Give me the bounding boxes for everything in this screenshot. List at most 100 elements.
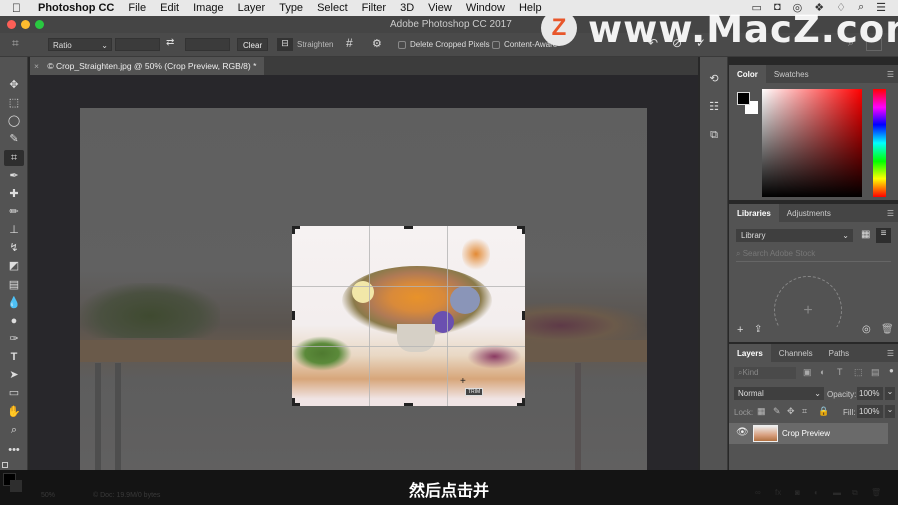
menu-app-name[interactable]: Photoshop CC bbox=[30, 2, 121, 14]
type-filter-icon[interactable]: T bbox=[837, 367, 843, 377]
adjustment-filter-icon[interactable]: ◐ bbox=[820, 367, 825, 377]
brush-tool-icon[interactable]: ✏ bbox=[4, 204, 24, 220]
straighten-label[interactable]: Straighten bbox=[297, 40, 333, 53]
tab-color[interactable]: Color bbox=[729, 65, 766, 83]
menu-image[interactable]: Image bbox=[186, 2, 231, 14]
opacity-dropdown[interactable]: ⌄ bbox=[885, 387, 895, 400]
stock-search-input[interactable]: ⌕ Search Adobe Stock bbox=[736, 249, 891, 262]
add-library-placeholder[interactable]: + bbox=[774, 276, 842, 327]
gradient-tool-icon[interactable]: ▤ bbox=[4, 277, 24, 293]
creative-cloud-sync-icon[interactable]: ◎ bbox=[862, 324, 871, 335]
zoom-tool-icon[interactable]: ⌕ bbox=[4, 422, 24, 438]
menu-type[interactable]: Type bbox=[272, 2, 310, 14]
properties-panel-icon[interactable]: ☷ bbox=[704, 100, 724, 118]
lock-transparency-icon[interactable]: ▦ bbox=[757, 406, 766, 417]
grid-view-icon[interactable]: ▦ bbox=[861, 229, 870, 240]
menu-view[interactable]: View bbox=[421, 2, 459, 14]
eyedropper-tool-icon[interactable]: ✒ bbox=[4, 168, 24, 184]
history-panel-icon[interactable]: ⟲ bbox=[704, 72, 724, 90]
eraser-tool-icon[interactable]: ◩ bbox=[4, 258, 24, 274]
straighten-icon[interactable]: ⊟ bbox=[277, 38, 293, 51]
panel-menu-icon[interactable]: ☰ bbox=[887, 349, 894, 358]
filter-toggle[interactable]: ● bbox=[889, 366, 894, 375]
smart-object-filter-icon[interactable]: ▤ bbox=[871, 367, 880, 378]
eye-icon[interactable]: 👁 bbox=[736, 427, 749, 438]
ratio-select[interactable]: Ratio ⌄ bbox=[48, 38, 112, 51]
lock-artboard-icon[interactable]: ⌗ bbox=[802, 406, 807, 417]
document-image[interactable]: + TRIM bbox=[80, 108, 647, 470]
menu-layer[interactable]: Layer bbox=[231, 2, 273, 14]
menu-select[interactable]: Select bbox=[310, 2, 355, 14]
blend-mode-select[interactable]: Normal ⌄ bbox=[734, 387, 824, 400]
width-input[interactable] bbox=[115, 38, 160, 51]
crop-handle-top-right[interactable] bbox=[517, 226, 525, 234]
crop-handle-bottom-left[interactable] bbox=[292, 398, 300, 406]
foreground-color-swatch[interactable] bbox=[737, 92, 750, 105]
layer-row[interactable]: 👁 Crop Preview bbox=[729, 423, 888, 444]
crop-preset-icon[interactable]: ⌗ bbox=[12, 36, 19, 50]
blur-tool-icon[interactable]: 💧 bbox=[4, 295, 24, 311]
type-tool-icon[interactable]: T bbox=[4, 349, 24, 365]
lock-position-icon[interactable]: ✥ bbox=[787, 406, 795, 417]
gear-icon[interactable]: ⚙ bbox=[372, 37, 382, 50]
marquee-tool-icon[interactable]: ⬚ bbox=[4, 95, 24, 111]
tab-libraries[interactable]: Libraries bbox=[729, 204, 779, 222]
fill-dropdown[interactable]: ⌄ bbox=[885, 405, 895, 418]
library-select[interactable]: Library ⌄ bbox=[736, 229, 853, 242]
menu-edit[interactable]: Edit bbox=[153, 2, 186, 14]
crop-tool-icon[interactable]: ⌗ bbox=[4, 150, 24, 166]
move-tool-icon[interactable]: ✥ bbox=[4, 77, 24, 93]
healing-tool-icon[interactable]: ✚ bbox=[4, 186, 24, 202]
hand-tool-icon[interactable]: ✋ bbox=[4, 404, 24, 420]
tab-swatches[interactable]: Swatches bbox=[766, 65, 817, 83]
crop-handle-bottom-right[interactable] bbox=[517, 398, 525, 406]
hue-slider[interactable] bbox=[873, 89, 886, 197]
quick-select-tool-icon[interactable]: ✎ bbox=[4, 131, 24, 147]
lock-all-icon[interactable]: 🔒 bbox=[818, 406, 829, 417]
list-view-icon[interactable]: ≡ bbox=[876, 228, 891, 243]
height-input[interactable] bbox=[185, 38, 230, 51]
more-tools-icon[interactable]: ••• bbox=[4, 442, 24, 458]
fill-input[interactable]: 100% bbox=[857, 405, 883, 418]
rectangle-tool-icon[interactable]: ▭ bbox=[4, 385, 24, 401]
default-colors-icon[interactable] bbox=[2, 462, 8, 468]
tab-adjustments[interactable]: Adjustments bbox=[779, 204, 839, 222]
minimize-window-button[interactable] bbox=[21, 20, 30, 29]
close-window-button[interactable] bbox=[7, 20, 16, 29]
color-field[interactable] bbox=[762, 89, 862, 197]
canvas-area[interactable]: + TRIM bbox=[30, 75, 698, 470]
apple-icon[interactable]:  bbox=[12, 1, 30, 15]
crop-handle-bottom[interactable] bbox=[404, 403, 413, 406]
document-tab[interactable]: × © Crop_Straighten.jpg @ 50% (Crop Prev… bbox=[30, 57, 264, 75]
grid-overlay-icon[interactable]: # bbox=[346, 36, 353, 50]
opacity-input[interactable]: 100% bbox=[857, 387, 883, 400]
path-select-tool-icon[interactable]: ➤ bbox=[4, 367, 24, 383]
panel-menu-icon[interactable]: ☰ bbox=[887, 209, 894, 218]
pen-tool-icon[interactable]: ✑ bbox=[4, 331, 24, 347]
menu-help[interactable]: Help bbox=[512, 2, 549, 14]
tab-paths[interactable]: Paths bbox=[821, 344, 857, 362]
lasso-tool-icon[interactable]: ◯ bbox=[4, 113, 24, 129]
menu-window[interactable]: Window bbox=[459, 2, 512, 14]
menu-file[interactable]: File bbox=[121, 2, 153, 14]
character-panel-icon[interactable]: ⧉ bbox=[704, 129, 724, 147]
panel-menu-icon[interactable]: ☰ bbox=[887, 70, 894, 79]
layer-filter-select[interactable]: ⌕Kind bbox=[734, 367, 796, 379]
menu-3d[interactable]: 3D bbox=[393, 2, 421, 14]
crop-handle-left[interactable] bbox=[292, 311, 295, 320]
pixel-filter-icon[interactable]: ▣ bbox=[803, 367, 812, 378]
crop-handle-top-left[interactable] bbox=[292, 226, 300, 234]
crop-handle-top[interactable] bbox=[404, 226, 413, 229]
tab-channels[interactable]: Channels bbox=[771, 344, 821, 362]
close-tab-icon[interactable]: × bbox=[34, 61, 39, 71]
delete-cropped-checkbox[interactable]: Delete Cropped Pixels bbox=[398, 40, 490, 53]
trash-icon[interactable]: 🗑 bbox=[881, 324, 894, 335]
crop-box[interactable]: + TRIM bbox=[292, 226, 525, 406]
maximize-window-button[interactable] bbox=[35, 20, 44, 29]
tab-layers[interactable]: Layers bbox=[729, 344, 771, 362]
upload-icon[interactable]: ⇪ bbox=[754, 324, 762, 335]
clone-stamp-tool-icon[interactable]: ⊥ bbox=[4, 222, 24, 238]
dodge-tool-icon[interactable]: ● bbox=[4, 313, 24, 329]
history-brush-tool-icon[interactable]: ↯ bbox=[4, 240, 24, 256]
swap-icon[interactable]: ⇄ bbox=[166, 37, 174, 50]
